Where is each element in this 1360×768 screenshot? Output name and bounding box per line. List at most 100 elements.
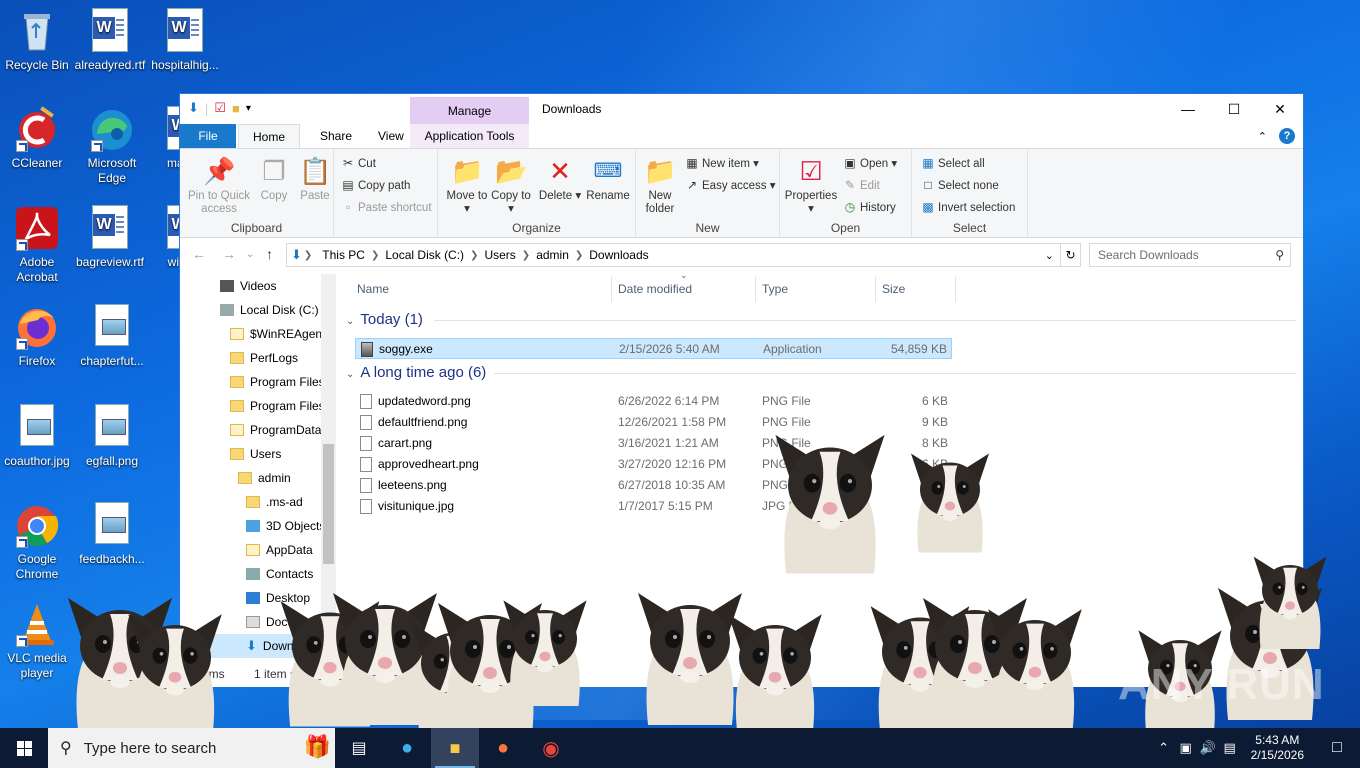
- history-button[interactable]: ◷ History: [842, 197, 896, 217]
- tab-share[interactable]: Share: [306, 124, 366, 148]
- nav-item-ms-ad[interactable]: .ms-ad: [180, 490, 336, 514]
- desktop-icon-firefox[interactable]: Firefox: [0, 304, 74, 369]
- title-bar[interactable]: ⬇ | ☑ ■ ▾ Manage Downloads — ☐ ✕: [180, 94, 1303, 124]
- copy-path-button[interactable]: ▤ Copy path: [340, 175, 410, 195]
- desktop-icon-edge[interactable]: Microsoft Edge: [75, 106, 149, 186]
- clock[interactable]: 5:43 AM 2/15/2026: [1241, 733, 1314, 763]
- edit-button[interactable]: ✎ Edit: [842, 175, 880, 195]
- nav-item-videos[interactable]: Videos: [180, 274, 336, 298]
- cut-button[interactable]: ✂ Cut: [340, 153, 376, 173]
- desktop-icon-chapterfut[interactable]: chapterfut...: [75, 304, 149, 369]
- breadcrumb-downloads[interactable]: Downloads: [585, 248, 652, 262]
- new-folder-button[interactable]: 📁 New folder: [640, 155, 680, 216]
- tab-manage[interactable]: Manage: [410, 97, 529, 124]
- file-row[interactable]: defaultfriend.png 12/26/2021 1:58 PM PNG F…: [355, 412, 952, 433]
- desktop-icon-recycle-bin[interactable]: Recycle Bin: [0, 8, 74, 73]
- address-field[interactable]: ⬇ ❯ This PC ❯ Local Disk (C:) ❯ Users ❯ …: [286, 243, 1061, 267]
- taskbar-search-box[interactable]: ⚲ Type here to search 🎁: [48, 728, 335, 768]
- group-header-older[interactable]: ⌄ A long time ago (6): [346, 364, 1296, 381]
- address-dropdown-icon[interactable]: ⌄: [1045, 249, 1054, 262]
- taskbar-explorer-button[interactable]: ■: [431, 728, 479, 768]
- breadcrumb-admin[interactable]: admin: [532, 248, 573, 262]
- nav-item-3d-objects[interactable]: 3D Objects: [180, 514, 336, 538]
- properties-check-icon[interactable]: ☑: [214, 100, 226, 116]
- navigation-pane[interactable]: Videos Local Disk (C:) $WinREAgent PerfL…: [180, 274, 336, 687]
- nav-item-contacts[interactable]: Contacts: [180, 562, 336, 586]
- desktop-icon-acrobat[interactable]: Adobe Acrobat: [0, 205, 74, 285]
- nav-item-winreagent[interactable]: $WinREAgent: [180, 322, 336, 346]
- invert-selection-button[interactable]: ▩ Invert selection: [920, 197, 1015, 217]
- up-arrow-icon[interactable]: ↑: [266, 246, 273, 262]
- chevron-right-icon[interactable]: ❯: [520, 250, 532, 261]
- maximize-button[interactable]: ☐: [1211, 94, 1257, 124]
- search-input[interactable]: Search Downloads ⚲: [1089, 243, 1291, 267]
- easy-access-button[interactable]: ↗ Easy access ▾: [684, 175, 776, 195]
- copy-to-button[interactable]: 📂 Copy to ▾: [490, 155, 532, 216]
- nav-item-program-files-x86[interactable]: Program Files: [180, 394, 336, 418]
- taskbar-edge-button[interactable]: ●: [383, 728, 431, 768]
- tab-file[interactable]: File: [180, 124, 236, 148]
- desktop-icon-bagreview[interactable]: W bagreview.rtf: [73, 205, 147, 270]
- column-header-name[interactable]: Name: [357, 282, 389, 296]
- file-row[interactable]: carart.png 3/16/2021 1:21 AM PNG File 8 KB: [355, 433, 952, 454]
- chevron-right-icon[interactable]: ❯: [573, 250, 585, 261]
- tab-home[interactable]: Home: [238, 124, 301, 148]
- nav-item-local-disk[interactable]: Local Disk (C:): [180, 298, 336, 322]
- desktop-icon-ccleaner[interactable]: CCleaner: [0, 106, 74, 171]
- chevron-up-icon[interactable]: ⌃: [1153, 740, 1175, 756]
- nav-item-downloads[interactable]: ⬇ Downloads: [180, 634, 336, 658]
- desktop-icon-coauthor[interactable]: coauthor.jpg: [0, 404, 74, 469]
- properties-button[interactable]: ☑ Properties ▾: [782, 155, 840, 216]
- notification-icon[interactable]: □: [1314, 739, 1360, 757]
- network-icon[interactable]: ▤: [1219, 740, 1241, 756]
- move-to-button[interactable]: 📁 Move to ▾: [446, 155, 488, 216]
- new-folder-icon[interactable]: ■: [232, 101, 240, 116]
- explorer-window[interactable]: ⬇ | ☑ ■ ▾ Manage Downloads — ☐ ✕ File Ho…: [179, 93, 1304, 687]
- help-icon[interactable]: ?: [1279, 128, 1295, 144]
- task-view-button[interactable]: ▤: [335, 728, 383, 768]
- breadcrumb-local-disk[interactable]: Local Disk (C:): [381, 248, 468, 262]
- meeting-icon[interactable]: ▣: [1175, 740, 1197, 756]
- desktop-icon-feedbackh[interactable]: feedbackh...: [75, 502, 149, 567]
- nav-item-users[interactable]: Users: [180, 442, 336, 466]
- down-arrow-icon[interactable]: ⬇: [188, 100, 199, 116]
- nav-item-program-files[interactable]: Program Files: [180, 370, 336, 394]
- back-arrow-icon[interactable]: ←: [192, 246, 206, 262]
- desktop-icon-vlc[interactable]: VLC media player: [0, 601, 74, 681]
- desktop-icon-chrome[interactable]: Google Chrome: [0, 502, 74, 582]
- file-row[interactable]: visitunique.jpg 1/7/2017 5:15 PM JPG File 1…: [355, 496, 952, 517]
- column-header-type[interactable]: Type: [762, 282, 788, 296]
- chevron-up-icon[interactable]: ⌃: [1258, 130, 1267, 143]
- paste-shortcut-button[interactable]: ▫ Paste shortcut: [340, 197, 432, 217]
- nav-item-perflogs[interactable]: PerfLogs: [180, 346, 336, 370]
- nav-scrollbar[interactable]: [321, 274, 336, 687]
- scrollbar-thumb[interactable]: [323, 444, 334, 564]
- group-header-today[interactable]: ⌄ Today (1): [346, 311, 1296, 328]
- column-header-size[interactable]: Size: [882, 282, 905, 296]
- nav-item-documents[interactable]: Documents: [180, 610, 336, 634]
- taskbar-firefox-button[interactable]: ●: [479, 728, 527, 768]
- select-none-button[interactable]: □ Select none: [920, 175, 998, 195]
- breadcrumb-users[interactable]: Users: [480, 248, 519, 262]
- paste-button[interactable]: 📋 Paste: [296, 155, 334, 203]
- nav-item-appdata[interactable]: AppData: [180, 538, 336, 562]
- open-button[interactable]: ▣ Open ▾: [842, 153, 897, 173]
- select-all-button[interactable]: ▦ Select all: [920, 153, 984, 173]
- nav-item-desktop[interactable]: Desktop: [180, 586, 336, 610]
- chevron-right-icon[interactable]: ❯: [468, 250, 480, 261]
- recent-dropdown-icon[interactable]: ⌄: [246, 249, 254, 260]
- delete-button[interactable]: ✕ Delete ▾: [538, 155, 582, 203]
- customize-dropdown-icon[interactable]: ▾: [246, 103, 251, 114]
- chevron-right-icon[interactable]: ❯: [369, 250, 381, 261]
- breadcrumb-this-pc[interactable]: This PC: [318, 248, 369, 262]
- file-list[interactable]: Name Date modified ⌄ Type Size ⌄ Today (1…: [340, 270, 1303, 687]
- new-item-button[interactable]: ▦ New item ▾: [684, 153, 759, 173]
- forward-arrow-icon[interactable]: →: [222, 246, 236, 262]
- minimize-button[interactable]: —: [1165, 94, 1211, 124]
- nav-item-programdata[interactable]: ProgramData: [180, 418, 336, 442]
- file-row[interactable]: approvedheart.png 3/27/2020 12:16 PM PNG F…: [355, 454, 952, 475]
- desktop-icon-hospitalhig[interactable]: W hospitalhig...: [148, 8, 222, 73]
- desktop-icon-alreadyred[interactable]: W alreadyred.rtf: [73, 8, 147, 73]
- copy-button[interactable]: ❐ Copy: [254, 155, 294, 203]
- refresh-button[interactable]: ↻: [1061, 243, 1081, 267]
